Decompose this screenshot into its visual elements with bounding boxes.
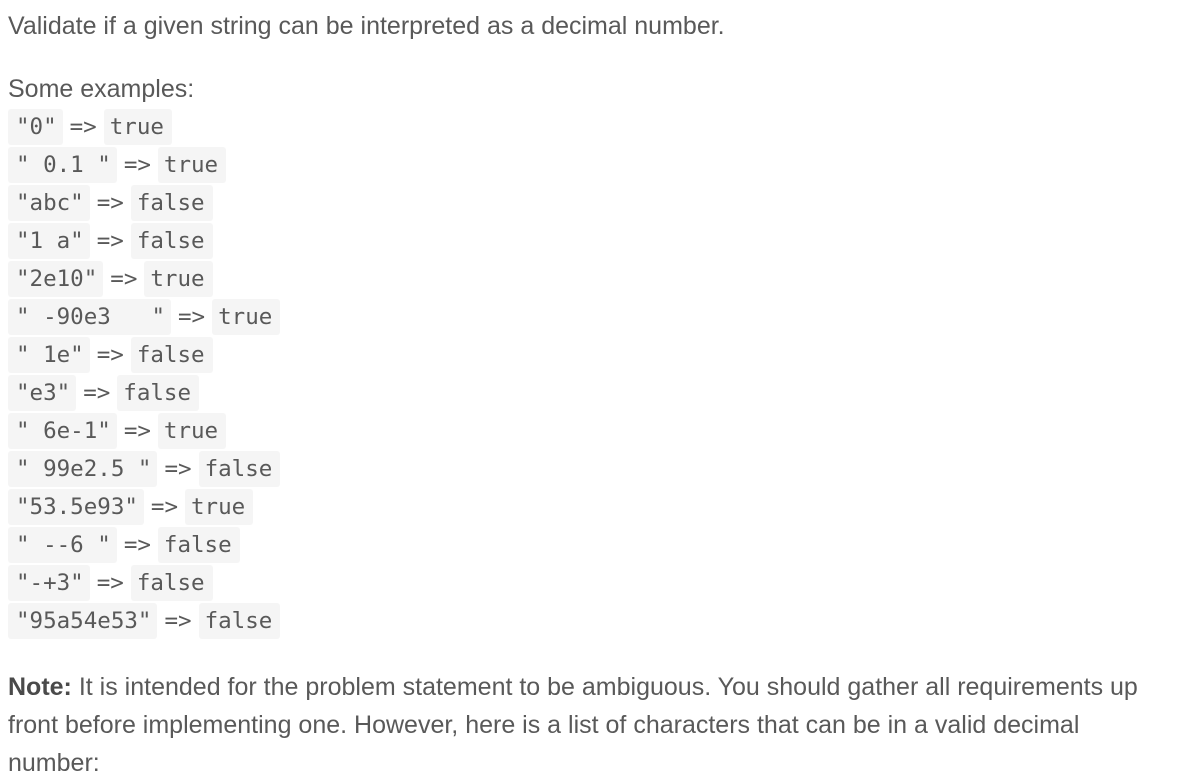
example-row: " -90e3 " => true	[8, 298, 1172, 336]
example-input: "abc"	[8, 185, 90, 221]
note-paragraph: Note: It is intended for the problem sta…	[8, 668, 1172, 780]
example-input: "53.5e93"	[8, 489, 144, 525]
example-arrow: =>	[96, 228, 124, 254]
example-row: "0" => true	[8, 108, 1172, 146]
example-row: " 1e" => false	[8, 336, 1172, 374]
example-input: " 0.1 "	[8, 147, 117, 183]
example-arrow: =>	[83, 380, 111, 406]
example-arrow: =>	[178, 304, 206, 330]
example-arrow: =>	[69, 114, 97, 140]
example-result: false	[130, 337, 213, 373]
example-result: true	[185, 489, 254, 525]
example-result: false	[157, 527, 240, 563]
example-result: false	[130, 223, 213, 259]
example-result: true	[103, 109, 172, 145]
example-result: true	[212, 299, 281, 335]
note-text: It is intended for the problem statement…	[8, 673, 1138, 777]
example-row: " --6 " => false	[8, 526, 1172, 564]
example-arrow: =>	[123, 532, 151, 558]
example-row: "1 a" => false	[8, 222, 1172, 260]
example-input: "1 a"	[8, 223, 90, 259]
example-arrow: =>	[96, 190, 124, 216]
example-input: "95a54e53"	[8, 603, 158, 639]
example-result: false	[117, 375, 200, 411]
example-row: " 0.1 " => true	[8, 146, 1172, 184]
example-input: "0"	[8, 109, 63, 145]
example-row: "53.5e93" => true	[8, 488, 1172, 526]
example-arrow: =>	[164, 608, 192, 634]
examples-label: Some examples:	[8, 75, 195, 103]
example-result: true	[157, 413, 227, 449]
example-input: " 99e2.5 "	[8, 451, 158, 487]
example-input: "2e10"	[8, 261, 104, 297]
example-row: " 99e2.5 " => false	[8, 450, 1172, 488]
example-row: "2e10" => true	[8, 260, 1172, 298]
example-result: true	[157, 147, 227, 183]
example-result: false	[130, 185, 213, 221]
example-result: false	[130, 565, 213, 601]
note-label: Note:	[8, 673, 72, 701]
problem-description: Validate if a given string can be interp…	[0, 0, 1180, 780]
example-input: " -90e3 "	[8, 299, 172, 335]
example-row: "-+3" => false	[8, 564, 1172, 602]
example-row: "abc" => false	[8, 184, 1172, 222]
example-input: " 6e-1"	[8, 413, 117, 449]
example-arrow: =>	[96, 342, 124, 368]
problem-intro: Validate if a given string can be interp…	[8, 12, 725, 40]
example-row: "e3" => false	[8, 374, 1172, 412]
example-arrow: =>	[96, 570, 124, 596]
example-result: false	[198, 451, 281, 487]
example-arrow: =>	[150, 494, 179, 520]
example-input: " --6 "	[8, 527, 117, 563]
examples-list: "0" => true " 0.1 " => true "abc" => false "1 …	[8, 108, 1172, 640]
example-result: false	[198, 603, 281, 639]
example-arrow: =>	[123, 418, 151, 444]
example-input: "-+3"	[8, 565, 90, 601]
example-result: true	[144, 261, 213, 297]
example-input: "e3"	[8, 375, 77, 411]
example-input: " 1e"	[8, 337, 90, 373]
example-arrow: =>	[110, 266, 138, 292]
example-row: "95a54e53" => false	[8, 602, 1172, 640]
example-arrow: =>	[123, 152, 151, 178]
example-arrow: =>	[164, 456, 192, 482]
example-row: " 6e-1" => true	[8, 412, 1172, 450]
